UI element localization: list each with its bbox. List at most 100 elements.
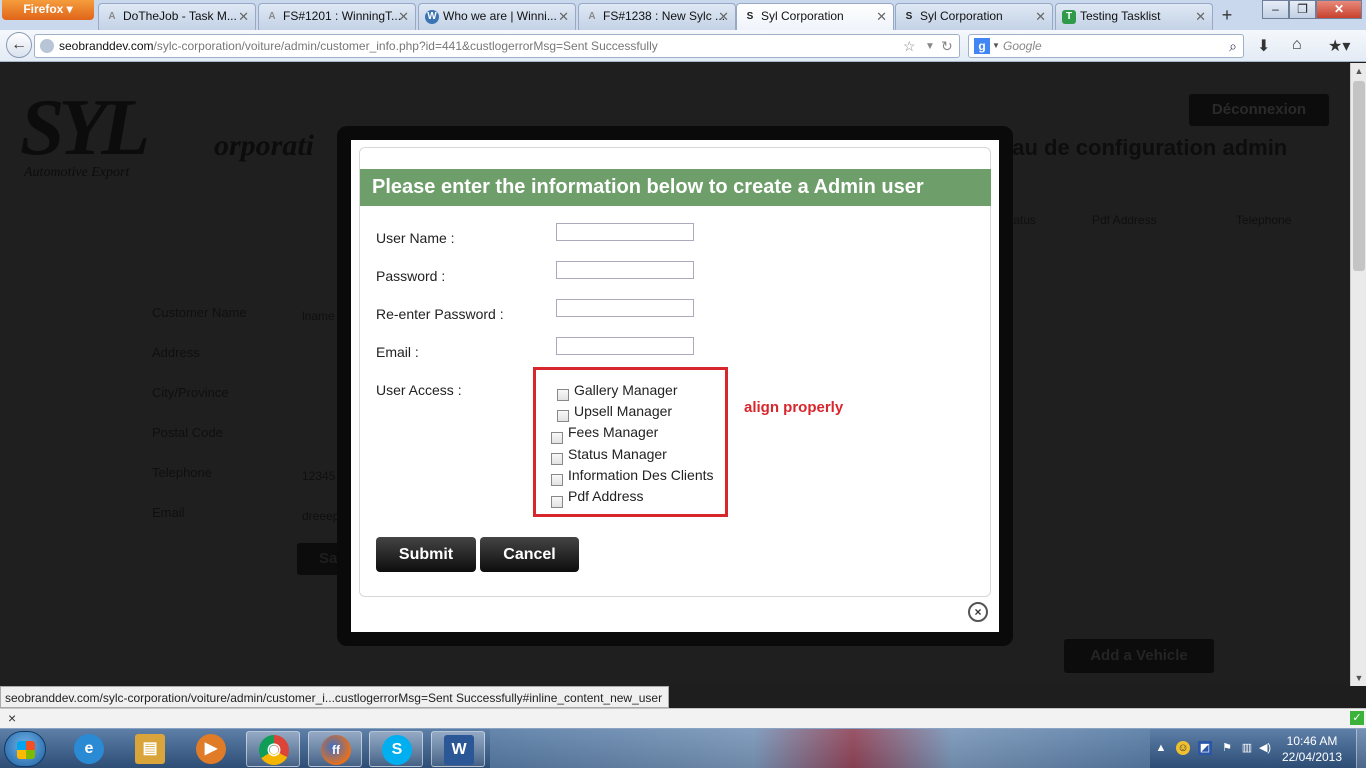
username-label: User Name : [376, 230, 455, 246]
search-icon[interactable]: ⌕ [1229, 38, 1237, 55]
show-desktop-button[interactable] [1356, 729, 1366, 768]
tab-close-icon[interactable]: ✕ [876, 9, 887, 25]
url-history-dropdown-icon[interactable]: ▼ [925, 41, 935, 52]
search-bar[interactable]: g ▼ Google ⌕ [968, 34, 1244, 58]
email-input[interactable] [556, 337, 694, 355]
taskbar-word[interactable]: W [431, 731, 485, 767]
downloads-icon[interactable]: ⬇ [1257, 36, 1270, 56]
bookmark-star-icon[interactable]: ☆ [903, 38, 916, 55]
tab-close-icon[interactable]: ✕ [398, 9, 409, 25]
tab-close-icon[interactable]: ✕ [1035, 9, 1046, 25]
clock-time: 10:46 AM [1286, 734, 1338, 748]
field-label: Telephone [152, 465, 212, 480]
back-button[interactable]: ← [6, 32, 32, 58]
system-clock[interactable]: 10:46 AM 22/04/2013 [1274, 733, 1350, 765]
maximize-button[interactable]: ❐ [1289, 0, 1316, 19]
tab-close-icon[interactable]: ✕ [1195, 9, 1206, 25]
create-admin-modal: Please enter the information below to cr… [351, 140, 999, 632]
syl-logo-icon: S [746, 11, 754, 22]
field-value: 12345 [302, 469, 336, 483]
reenter-password-input[interactable] [556, 299, 694, 317]
scroll-down-arrow-icon[interactable]: ▼ [1351, 670, 1366, 686]
internet-explorer-icon: e [74, 734, 104, 764]
tab-title: DoTheJob - Task M... [123, 9, 237, 23]
cancel-button[interactable]: Cancel [480, 537, 579, 572]
taskbar-internet-explorer[interactable]: e [62, 731, 116, 767]
action-center-icon[interactable]: ⚑ [1220, 741, 1234, 755]
tab-title: Syl Corporation [920, 9, 1003, 23]
google-icon[interactable]: g [974, 38, 990, 54]
modal-close-icon[interactable]: × [968, 602, 988, 622]
taskbar-wallpaper [490, 729, 1150, 768]
tab-syl-corporation-active[interactable]: S Syl Corporation ✕ [736, 3, 894, 31]
minimize-button[interactable]: – [1262, 0, 1289, 19]
bookmarks-menu-icon[interactable]: ★▾ [1328, 36, 1350, 56]
field-label: Address [152, 345, 200, 360]
field-label: City/Province [152, 385, 229, 400]
field-value: lname [302, 309, 335, 323]
submit-button[interactable]: Submit [376, 537, 476, 572]
home-icon[interactable]: ⌂ [1292, 36, 1302, 54]
start-button[interactable] [4, 731, 46, 767]
reenter-password-label: Re-enter Password : [376, 306, 504, 322]
username-input[interactable] [556, 223, 694, 241]
syl-logo-icon: S [905, 11, 913, 22]
window-close-button[interactable]: ✕ [1316, 0, 1362, 19]
taskbar-skype[interactable]: S [369, 731, 423, 767]
taskbar-media-player[interactable]: ▶ [184, 731, 238, 767]
search-input[interactable]: Google [1003, 39, 1042, 53]
tab-close-icon[interactable]: ✕ [238, 9, 249, 25]
navigation-toolbar: ← seobranddev.com/sylc-corporation/voitu… [0, 30, 1366, 62]
search-engine-dropdown-icon[interactable]: ▼ [992, 41, 1000, 50]
new-tab-button[interactable]: + [1216, 5, 1238, 27]
site-identity-icon[interactable] [40, 39, 54, 53]
tab-fs1238[interactable]: A FS#1238 : New Sylc ... ✕ [578, 3, 736, 30]
add-vehicle-button[interactable]: Add a Vehicle [1064, 639, 1214, 673]
show-hidden-icons-icon[interactable]: ▲ [1154, 741, 1168, 755]
scroll-up-arrow-icon[interactable]: ▲ [1351, 63, 1366, 79]
firefox-icon: ff [321, 735, 351, 765]
clock-date: 22/04/2013 [1281, 750, 1343, 764]
tab-close-icon[interactable]: ✕ [558, 9, 569, 25]
logo-corporation-text: orporati [214, 129, 315, 162]
checkmark-icon[interactable]: ✓ [1350, 711, 1364, 725]
taskbar-file-explorer[interactable]: ▤ [123, 731, 177, 767]
logout-button[interactable]: Déconnexion [1189, 94, 1329, 126]
field-label: Customer Name [152, 305, 247, 320]
column-header: Telephone [1236, 213, 1292, 227]
reload-icon[interactable]: ↻ [941, 38, 953, 55]
folder-icon: ▤ [135, 734, 165, 764]
volume-icon[interactable]: ◀) [1258, 741, 1272, 755]
url-text: seobranddev.com/sylc-corporation/voiture… [59, 39, 658, 53]
chrome-icon: ◉ [259, 735, 289, 765]
status-link-preview: seobranddev.com/sylc-corporation/voiture… [0, 686, 670, 708]
tab-testing-tasklist[interactable]: T Testing Tasklist ✕ [1055, 3, 1213, 30]
taskbar-chrome[interactable]: ◉ [246, 731, 300, 767]
network-icon[interactable]: ▥ [1240, 741, 1254, 755]
password-input[interactable] [556, 261, 694, 279]
tab-title: Testing Tasklist [1080, 9, 1161, 23]
word-icon: W [444, 735, 474, 765]
tab-dothejob[interactable]: A DoTheJob - Task M... ✕ [98, 3, 256, 30]
field-value: dreeep [302, 509, 340, 523]
page-title: eau de configuration admin [1000, 135, 1288, 160]
addon-bar-close-icon[interactable]: × [8, 710, 16, 726]
wordpress-icon: W [425, 10, 439, 24]
skype-icon: S [382, 735, 412, 765]
taskbar-firefox[interactable]: ff [308, 731, 362, 767]
language-flag-icon[interactable]: ◩ [1198, 741, 1212, 755]
tab-syl-corporation[interactable]: S Syl Corporation ✕ [895, 3, 1053, 30]
tab-title: FS#1238 : New Sylc ... [603, 9, 726, 23]
tab-who-we-are[interactable]: W Who we are | Winni... ✕ [418, 3, 576, 30]
tab-favicon-icon: A [268, 11, 276, 22]
url-bar[interactable]: seobranddev.com/sylc-corporation/voiture… [34, 34, 960, 58]
tab-favicon-icon: A [108, 11, 116, 22]
firefox-menu-button[interactable]: Firefox ▾ [2, 0, 94, 20]
scroll-thumb[interactable] [1353, 81, 1365, 271]
notification-icon[interactable]: ☺ [1176, 741, 1190, 755]
site-logo: SYL [20, 84, 150, 172]
page-scrollbar[interactable]: ▲ ▼ [1350, 63, 1366, 686]
password-label: Password : [376, 268, 446, 284]
tab-close-icon[interactable]: ✕ [718, 9, 729, 25]
tab-fs1201[interactable]: A FS#1201 : WinningT... ✕ [258, 3, 416, 30]
